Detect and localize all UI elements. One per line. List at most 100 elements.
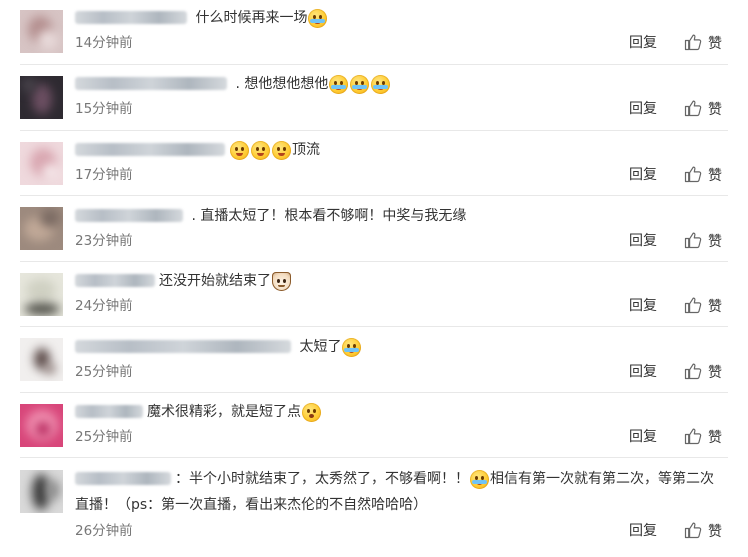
comment-meta: 15分钟前 回复 赞 [75, 99, 728, 123]
comment-text-segment: 什么时候再来一场 [195, 10, 308, 26]
username-redacted[interactable] [75, 339, 291, 353]
like-label: 赞 [708, 234, 722, 250]
comment-text-segment: 魔术很精彩，就是短了点 [147, 404, 301, 420]
like-button[interactable]: 赞 [684, 231, 722, 251]
comment-meta: 26分钟前 回复 赞 [75, 521, 728, 545]
like-label: 赞 [708, 168, 722, 184]
like-label: 赞 [708, 524, 722, 540]
timestamp: 23分钟前 [75, 233, 133, 249]
comment-item: 魔术很精彩，就是短了点 25分钟前 回复 赞 [0, 393, 748, 458]
comment-meta: 23分钟前 回复 赞 [75, 231, 728, 255]
crying-laughing-face-icon [470, 470, 489, 489]
thumbs-up-icon [684, 363, 702, 380]
timestamp: 14分钟前 [75, 35, 133, 51]
like-button[interactable]: 赞 [684, 99, 722, 119]
reply-button[interactable]: 回复 [629, 99, 657, 119]
comment-text: 还没开始就结束了 [75, 270, 728, 292]
comment-text-segment: 太短了 [299, 339, 342, 355]
crying-face-icon [371, 74, 391, 94]
comment-list: 什么时候再来一场 14分钟前 回复 赞 . 想他想他想他 15分钟前 回复 赞 … [0, 0, 748, 557]
comment-item: 太短了 25分钟前 回复 赞 [0, 327, 748, 393]
thumbs-up-icon [684, 166, 702, 183]
timestamp: 24分钟前 [75, 298, 133, 314]
comment-item: 还没开始就结束了 24分钟前 回复 赞 [0, 262, 748, 327]
thumbs-up-icon [684, 100, 702, 117]
comment-item: 顶流 17分钟前 回复 赞 [0, 131, 748, 196]
thumbs-up-icon [684, 522, 702, 539]
avatar[interactable] [20, 76, 63, 119]
comment-meta: 25分钟前 回复 赞 [75, 362, 728, 386]
comment-text-segment: . 想他想他想他 [235, 76, 329, 92]
reply-button[interactable]: 回复 [629, 296, 657, 316]
like-label: 赞 [708, 36, 722, 52]
like-button[interactable]: 赞 [684, 521, 722, 541]
username-redacted[interactable] [75, 208, 183, 222]
like-button[interactable]: 赞 [684, 165, 722, 185]
username-redacted[interactable] [75, 142, 225, 156]
blushing-face-icon [230, 140, 249, 160]
reply-button[interactable]: 回复 [629, 521, 657, 541]
avatar[interactable] [20, 273, 63, 316]
comment-text: . 直播太短了！根本看不够啊！中奖与我无缘 [75, 205, 728, 227]
comment-meta: 25分钟前 回复 赞 [75, 427, 728, 451]
avatar[interactable] [20, 207, 63, 250]
reply-button[interactable]: 回复 [629, 427, 657, 447]
username-redacted[interactable] [75, 472, 171, 485]
comment-text: 魔术很精彩，就是短了点 [75, 401, 728, 423]
like-button[interactable]: 赞 [684, 33, 722, 53]
like-button[interactable]: 赞 [684, 362, 722, 382]
crying-laughing-face-icon [342, 337, 362, 357]
like-button[interactable]: 赞 [684, 427, 722, 447]
comment-text: 顶流 [75, 139, 728, 161]
reply-button[interactable]: 回复 [629, 33, 657, 53]
username-redacted[interactable] [75, 404, 143, 418]
comment-text: 什么时候再来一场 [75, 7, 728, 29]
thumbs-up-icon [684, 232, 702, 249]
thumbs-up-icon [684, 428, 702, 445]
timestamp: 26分钟前 [75, 523, 133, 539]
comment-text: ：半个小时就结束了，太秀然了，不够看啊！！ 相信有第一次就有第二次，等第二次直播！… [75, 467, 725, 518]
crying-face-icon [329, 74, 349, 94]
username-redacted[interactable] [75, 10, 187, 24]
like-button[interactable]: 赞 [684, 296, 722, 316]
surprised-face-icon [302, 402, 321, 422]
comment-text: . 想他想他想他 [75, 73, 728, 95]
like-label: 赞 [708, 430, 722, 446]
comment-text: 太短了 [75, 336, 728, 358]
comment-item: . 想他想他想他 15分钟前 回复 赞 [0, 65, 748, 131]
crying-face-icon [308, 8, 328, 28]
reply-button[interactable]: 回复 [629, 362, 657, 382]
avatar[interactable] [20, 404, 63, 447]
comment-item: 什么时候再来一场 14分钟前 回复 赞 [0, 0, 748, 65]
comment-text-segment: ：半个小时就结束了，太秀然了，不够看啊！！ [175, 471, 469, 487]
comment-meta: 24分钟前 回复 赞 [75, 296, 728, 320]
comment-text-segment: 还没开始就结束了 [159, 273, 271, 289]
cat-face-icon [272, 271, 291, 291]
thumbs-up-icon [684, 297, 702, 314]
timestamp: 17分钟前 [75, 167, 133, 183]
crying-face-icon [350, 74, 370, 94]
like-label: 赞 [708, 299, 722, 315]
avatar[interactable] [20, 470, 63, 513]
comment-meta: 17分钟前 回复 赞 [75, 165, 728, 189]
comment-text-segment: . 直播太短了！根本看不够啊！中奖与我无缘 [191, 208, 467, 224]
thumbs-up-icon [684, 34, 702, 51]
like-label: 赞 [708, 365, 722, 381]
timestamp: 25分钟前 [75, 364, 133, 380]
avatar[interactable] [20, 10, 63, 53]
reply-button[interactable]: 回复 [629, 165, 657, 185]
reply-button[interactable]: 回复 [629, 231, 657, 251]
comment-meta: 14分钟前 回复 赞 [75, 33, 728, 57]
timestamp: 15分钟前 [75, 101, 133, 117]
avatar[interactable] [20, 142, 63, 185]
comment-item: ：半个小时就结束了，太秀然了，不够看啊！！ 相信有第一次就有第二次，等第二次直播！… [0, 458, 748, 557]
like-label: 赞 [708, 102, 722, 118]
blushing-face-icon [272, 140, 291, 160]
timestamp: 25分钟前 [75, 429, 133, 445]
username-redacted[interactable] [75, 273, 155, 287]
comment-text-segment: 顶流 [292, 142, 320, 158]
avatar[interactable] [20, 338, 63, 381]
blushing-face-icon [251, 140, 270, 160]
comment-item: . 直播太短了！根本看不够啊！中奖与我无缘 23分钟前 回复 赞 [0, 196, 748, 262]
username-redacted[interactable] [75, 76, 227, 90]
